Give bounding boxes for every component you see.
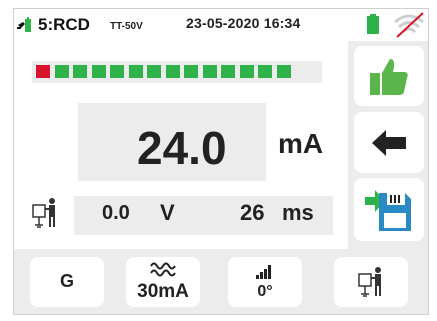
status-header: 5:RCD TT-50V 23-05-2020 16:34 <box>14 9 428 41</box>
bargraph-segment <box>221 65 235 78</box>
bargraph-segment <box>110 65 124 78</box>
bargraph-segment <box>202 65 217 78</box>
rated-current-label: 30mA <box>137 281 189 302</box>
touch-voltage-icon <box>358 267 381 297</box>
bargraph-segment <box>147 65 161 78</box>
back-button[interactable] <box>354 112 424 173</box>
system-label: TT-50V <box>110 21 143 32</box>
instrument-screen: 5:RCD TT-50V 23-05-2020 16:34 24.0 mA 0.… <box>13 8 429 315</box>
contact-voltage-button[interactable] <box>334 257 408 307</box>
mode-label: 5:RCD <box>38 15 90 34</box>
bargraph-segment <box>276 65 291 78</box>
rcd-type-label: G <box>59 271 74 291</box>
datetime: 23-05-2020 16:34 <box>186 15 301 31</box>
bargraph-segment <box>36 65 50 78</box>
voltage-unit: V <box>160 200 175 225</box>
arrow-left-icon <box>372 129 406 156</box>
voltage-value: 0.0 <box>102 202 130 224</box>
ok-result-button[interactable] <box>354 46 424 106</box>
touch-voltage-icon <box>32 198 55 228</box>
rated-current-button[interactable]: 30mA <box>126 257 200 307</box>
bargraph-segment <box>73 65 87 78</box>
phase-angle-label: 0° <box>257 283 273 300</box>
bargraph-segment <box>239 65 254 78</box>
phase-angle-button[interactable]: 0° <box>228 257 302 307</box>
save-button[interactable] <box>354 178 424 241</box>
trip-current-unit: mA <box>278 128 324 159</box>
bargraph-segment <box>91 65 106 78</box>
battery-icon <box>367 14 379 34</box>
thumbs-up-icon <box>370 59 408 95</box>
trip-current-value: 24.0 <box>137 122 227 174</box>
bargraph-segment <box>128 65 143 78</box>
bargraph-segment <box>258 65 272 78</box>
save-to-memory-icon <box>365 189 411 231</box>
trip-time-value: 26 <box>240 200 265 225</box>
result-bargraph <box>32 61 322 83</box>
voltage-box <box>74 196 208 235</box>
bargraph-segment <box>165 65 180 78</box>
signal-steps-icon <box>256 265 271 279</box>
plug-battery-icon <box>17 17 31 32</box>
bargraph-segment <box>184 65 198 78</box>
ac-waveform-icon <box>150 262 176 277</box>
wireless-off-icon <box>394 12 424 38</box>
rcd-type-button[interactable]: G <box>30 257 104 307</box>
bargraph-segment <box>54 65 69 78</box>
trip-time-unit: ms <box>282 200 314 225</box>
